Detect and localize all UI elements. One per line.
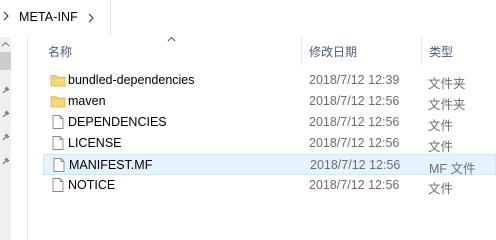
file-row[interactable]: NOTICE 2018/7/12 12:56 文件 (43, 175, 496, 196)
column-header-bar: 名称 修改日期 类型 (28, 36, 496, 65)
file-name: NOTICE (68, 178, 116, 192)
address-bar[interactable]: META-INF (0, 0, 496, 37)
file-row[interactable]: MANIFEST.MF 2018/7/12 12:56 MF 文件 (43, 154, 496, 176)
file-modified-date: 2018/7/12 12:39 (309, 73, 400, 87)
pin-icon[interactable] (1, 133, 10, 142)
file-row[interactable]: bundled-dependencies 2018/7/12 12:39 文件夹 (43, 70, 496, 91)
file-type: 文件 (428, 119, 454, 133)
file-name: LICENSE (68, 136, 122, 150)
breadcrumb-item-meta-inf[interactable]: META-INF (19, 10, 78, 24)
file-type: 文件 (428, 182, 454, 196)
file-icon (53, 158, 65, 172)
column-header-type[interactable]: 类型 (429, 43, 453, 60)
file-icon (52, 115, 64, 129)
file-type: 文件 (428, 140, 454, 154)
folder-icon (50, 96, 66, 108)
file-icon (52, 178, 64, 192)
column-separator[interactable] (301, 37, 302, 65)
file-type: 文件夹 (428, 98, 466, 112)
file-row[interactable]: DEPENDENCIES 2018/7/12 12:56 文件 (43, 112, 496, 133)
chevron-right-icon[interactable] (2, 9, 10, 23)
folder-icon (50, 75, 66, 87)
column-header-name[interactable]: 名称 (48, 43, 72, 60)
address-bar-divider (110, 0, 111, 34)
file-name: MANIFEST.MF (69, 158, 153, 172)
sort-ascending-icon (167, 36, 176, 42)
file-name: bundled-dependencies (68, 73, 195, 87)
pane-divider (27, 37, 28, 240)
file-modified-date: 2018/7/12 12:56 (310, 158, 401, 172)
file-row[interactable]: LICENSE 2018/7/12 12:56 文件 (43, 133, 496, 154)
column-separator[interactable] (421, 37, 422, 65)
scroll-up-arrow-icon[interactable] (1, 41, 10, 48)
file-modified-date: 2018/7/12 12:56 (309, 178, 400, 192)
file-modified-date: 2018/7/12 12:56 (309, 115, 400, 129)
file-modified-date: 2018/7/12 12:56 (309, 136, 400, 150)
scrollbar-thumb[interactable] (0, 52, 11, 70)
file-modified-date: 2018/7/12 12:56 (309, 94, 400, 108)
file-type: 文件夹 (428, 77, 466, 91)
column-header-modified[interactable]: 修改日期 (309, 43, 357, 60)
pin-icon[interactable] (1, 157, 10, 166)
file-name: DEPENDENCIES (68, 115, 167, 129)
file-row[interactable]: maven 2018/7/12 12:56 文件夹 (43, 91, 496, 112)
file-icon (52, 136, 64, 150)
pin-icon[interactable] (1, 110, 10, 119)
pin-icon[interactable] (1, 86, 10, 95)
file-name: maven (68, 94, 106, 108)
chevron-right-icon[interactable] (87, 11, 95, 25)
